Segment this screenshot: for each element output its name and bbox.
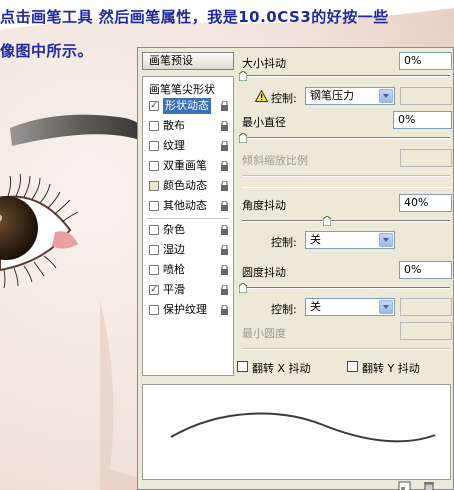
option-scattering[interactable]: 散布 bbox=[145, 117, 231, 135]
min-roundness-input bbox=[400, 322, 452, 340]
checkbox-noise[interactable] bbox=[149, 225, 159, 235]
option-label: 喷枪 bbox=[163, 263, 185, 276]
brush-panel: 画笔预设 画笔笔尖形状 ✓ 形状动态 散布 纹理 双重画笔 颜色动态 其他动态 … bbox=[137, 47, 454, 490]
checkbox-protect-texture[interactable] bbox=[149, 305, 159, 315]
lock-icon[interactable] bbox=[220, 101, 229, 111]
roundness-jitter-label: 圆度抖动 bbox=[242, 266, 286, 279]
lock-icon[interactable] bbox=[220, 161, 229, 171]
checkbox-airbrush[interactable] bbox=[149, 265, 159, 275]
lock-icon[interactable] bbox=[220, 305, 229, 315]
select-value: 关 bbox=[310, 300, 321, 313]
chevron-down-icon[interactable] bbox=[379, 89, 393, 103]
option-label: 杂色 bbox=[163, 223, 185, 236]
option-label: 散布 bbox=[163, 119, 185, 132]
checkbox-shape-dynamics[interactable]: ✓ bbox=[149, 101, 159, 111]
option-label: 双重画笔 bbox=[163, 159, 207, 172]
option-protect-texture[interactable]: 保护纹理 bbox=[145, 301, 231, 319]
roundness-control-label: 控制: bbox=[271, 303, 297, 316]
chevron-down-icon[interactable] bbox=[379, 300, 393, 314]
option-label: 纹理 bbox=[163, 139, 185, 152]
min-roundness-label: 最小圆度 bbox=[242, 327, 286, 340]
brush-options-list: 画笔笔尖形状 ✓ 形状动态 散布 纹理 双重画笔 颜色动态 其他动态 杂色 湿边… bbox=[142, 76, 234, 376]
checkbox-texture[interactable] bbox=[149, 141, 159, 151]
brush-stroke-preview bbox=[142, 384, 451, 480]
roundness-jitter-slider[interactable] bbox=[242, 287, 450, 289]
size-control-label: 控制: bbox=[271, 92, 297, 105]
flip-y-label: 翻转 Y 抖动 bbox=[362, 362, 420, 375]
size-control-select[interactable]: 钢笔压力 bbox=[305, 87, 395, 105]
tilt-scale-slider bbox=[242, 175, 450, 177]
roundness-jitter-input[interactable]: 0% bbox=[399, 261, 452, 279]
min-roundness-slider bbox=[242, 348, 450, 350]
lock-icon[interactable] bbox=[220, 121, 229, 131]
option-wet-edges[interactable]: 湿边 bbox=[145, 241, 231, 259]
size-jitter-input[interactable]: 0% bbox=[399, 52, 452, 70]
slider-thumb-icon[interactable] bbox=[239, 71, 247, 81]
chevron-down-icon[interactable] bbox=[379, 233, 393, 247]
angle-jitter-slider[interactable] bbox=[242, 220, 450, 222]
flip-y-checkbox[interactable] bbox=[347, 361, 358, 372]
checkbox-dual-brush[interactable] bbox=[149, 161, 159, 171]
angle-jitter-input[interactable]: 40% bbox=[399, 194, 452, 212]
min-diameter-slider[interactable] bbox=[242, 137, 450, 139]
size-control-extra-field bbox=[400, 87, 452, 105]
option-noise[interactable]: 杂色 bbox=[145, 221, 231, 239]
brush-tip-shape-item[interactable]: 画笔笔尖形状 bbox=[149, 81, 215, 97]
lock-icon[interactable] bbox=[220, 181, 229, 191]
checkbox-other-dynamics[interactable] bbox=[149, 201, 159, 211]
lock-icon[interactable] bbox=[220, 225, 229, 235]
option-label: 平滑 bbox=[163, 283, 185, 296]
slider-thumb-icon[interactable] bbox=[323, 216, 331, 226]
checkbox-scattering[interactable] bbox=[149, 121, 159, 131]
select-value: 关 bbox=[310, 233, 321, 246]
select-value: 钢笔压力 bbox=[310, 89, 354, 102]
lock-icon[interactable] bbox=[220, 141, 229, 151]
section-divider bbox=[242, 187, 452, 188]
option-smoothing[interactable]: ✓ 平滑 bbox=[145, 281, 231, 299]
option-texture[interactable]: 纹理 bbox=[145, 137, 231, 155]
option-label: 形状动态 bbox=[163, 98, 211, 114]
warning-icon bbox=[255, 90, 268, 102]
slider-thumb-icon[interactable] bbox=[239, 133, 247, 143]
size-jitter-label: 大小抖动 bbox=[242, 57, 286, 70]
min-diameter-input[interactable]: 0% bbox=[393, 111, 452, 129]
tilt-scale-input bbox=[400, 149, 452, 167]
checkbox-color-dynamics[interactable] bbox=[149, 181, 159, 191]
option-airbrush[interactable]: 喷枪 bbox=[145, 261, 231, 279]
brush-presets-button[interactable]: 画笔预设 bbox=[142, 52, 234, 70]
option-shape-dynamics[interactable]: ✓ 形状动态 bbox=[145, 97, 231, 115]
lock-icon[interactable] bbox=[220, 285, 229, 295]
option-label: 湿边 bbox=[163, 243, 185, 256]
checkbox-wet-edges[interactable] bbox=[149, 245, 159, 255]
option-label: 颜色动态 bbox=[163, 179, 207, 192]
option-dual-brush[interactable]: 双重画笔 bbox=[145, 157, 231, 175]
option-other-dynamics[interactable]: 其他动态 bbox=[145, 197, 231, 215]
slider-thumb-icon[interactable] bbox=[239, 283, 247, 293]
lock-icon[interactable] bbox=[220, 201, 229, 211]
new-brush-icon[interactable] bbox=[398, 481, 412, 490]
angle-control-label: 控制: bbox=[271, 236, 297, 249]
min-diameter-label: 最小直径 bbox=[242, 116, 286, 129]
angle-control-select[interactable]: 关 bbox=[305, 231, 395, 249]
brush-options-sidebar: 画笔预设 画笔笔尖形状 ✓ 形状动态 散布 纹理 双重画笔 颜色动态 其他动态 … bbox=[142, 52, 234, 378]
angle-jitter-label: 角度抖动 bbox=[242, 199, 286, 212]
roundness-control-select[interactable]: 关 bbox=[305, 298, 395, 316]
tutorial-caption-line-1: 点击画笔工具 然后画笔属性，我是10.0CS3的好按一些 bbox=[0, 8, 389, 26]
tutorial-caption-line-2: 像图中所示。 bbox=[0, 42, 94, 60]
checkbox-smoothing[interactable]: ✓ bbox=[149, 285, 159, 295]
trash-icon[interactable] bbox=[422, 481, 436, 490]
roundness-control-extra-field bbox=[400, 298, 452, 316]
stroke-preview-curve bbox=[170, 412, 436, 443]
option-label: 其他动态 bbox=[163, 199, 207, 212]
option-label: 保护纹理 bbox=[163, 303, 207, 316]
flip-x-checkbox[interactable] bbox=[237, 361, 248, 372]
lock-icon[interactable] bbox=[220, 245, 229, 255]
tilt-scale-label: 倾斜缩放比例 bbox=[242, 154, 308, 167]
size-jitter-slider[interactable] bbox=[242, 75, 450, 77]
flip-x-label: 翻转 X 抖动 bbox=[252, 362, 311, 375]
list-divider bbox=[147, 218, 229, 219]
option-color-dynamics[interactable]: 颜色动态 bbox=[145, 177, 231, 195]
lock-icon[interactable] bbox=[220, 265, 229, 275]
